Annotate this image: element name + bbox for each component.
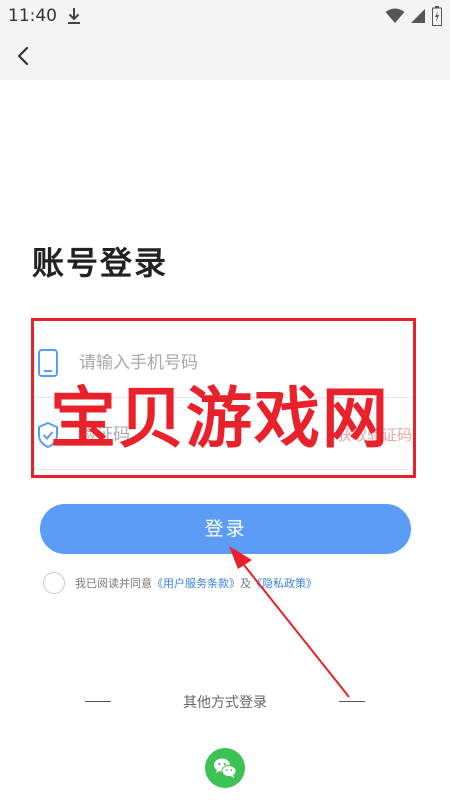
wechat-icon xyxy=(214,758,237,778)
nav-bar xyxy=(0,32,450,80)
agreement-prefix: 我已阅读并同意 xyxy=(75,577,152,590)
login-form: 获取验证码 xyxy=(31,318,416,478)
chevron-left-icon xyxy=(17,46,29,66)
page-title: 账号登录 xyxy=(32,244,169,282)
signal-icon xyxy=(411,9,425,23)
wechat-login-button[interactable] xyxy=(205,748,245,788)
code-row: 获取验证码 xyxy=(31,400,416,470)
phone-input[interactable] xyxy=(79,348,329,378)
agreement-text: 我已阅读并同意《用户服务条款》及《隐私政策》 xyxy=(75,575,317,591)
shield-check-icon xyxy=(38,421,58,449)
wifi-icon xyxy=(385,8,405,23)
back-button[interactable] xyxy=(8,40,40,72)
status-bar: 11:40 xyxy=(0,0,450,32)
agreement-checkbox[interactable] xyxy=(43,572,65,594)
phone-row xyxy=(31,328,416,398)
download-icon xyxy=(68,8,80,24)
battery-icon xyxy=(432,6,442,26)
phone-icon xyxy=(38,349,58,377)
code-input[interactable] xyxy=(79,420,279,450)
divider-right xyxy=(339,701,365,702)
status-time: 11:40 xyxy=(8,6,57,26)
get-code-button[interactable]: 获取验证码 xyxy=(337,424,412,445)
agreement-conjunction: 及 xyxy=(240,577,251,590)
privacy-link[interactable]: 《隐私政策》 xyxy=(251,577,317,590)
terms-link[interactable]: 《用户服务条款》 xyxy=(152,577,240,590)
other-login-title: 其他方式登录 xyxy=(183,695,267,711)
login-button[interactable]: 登录 xyxy=(40,504,411,554)
